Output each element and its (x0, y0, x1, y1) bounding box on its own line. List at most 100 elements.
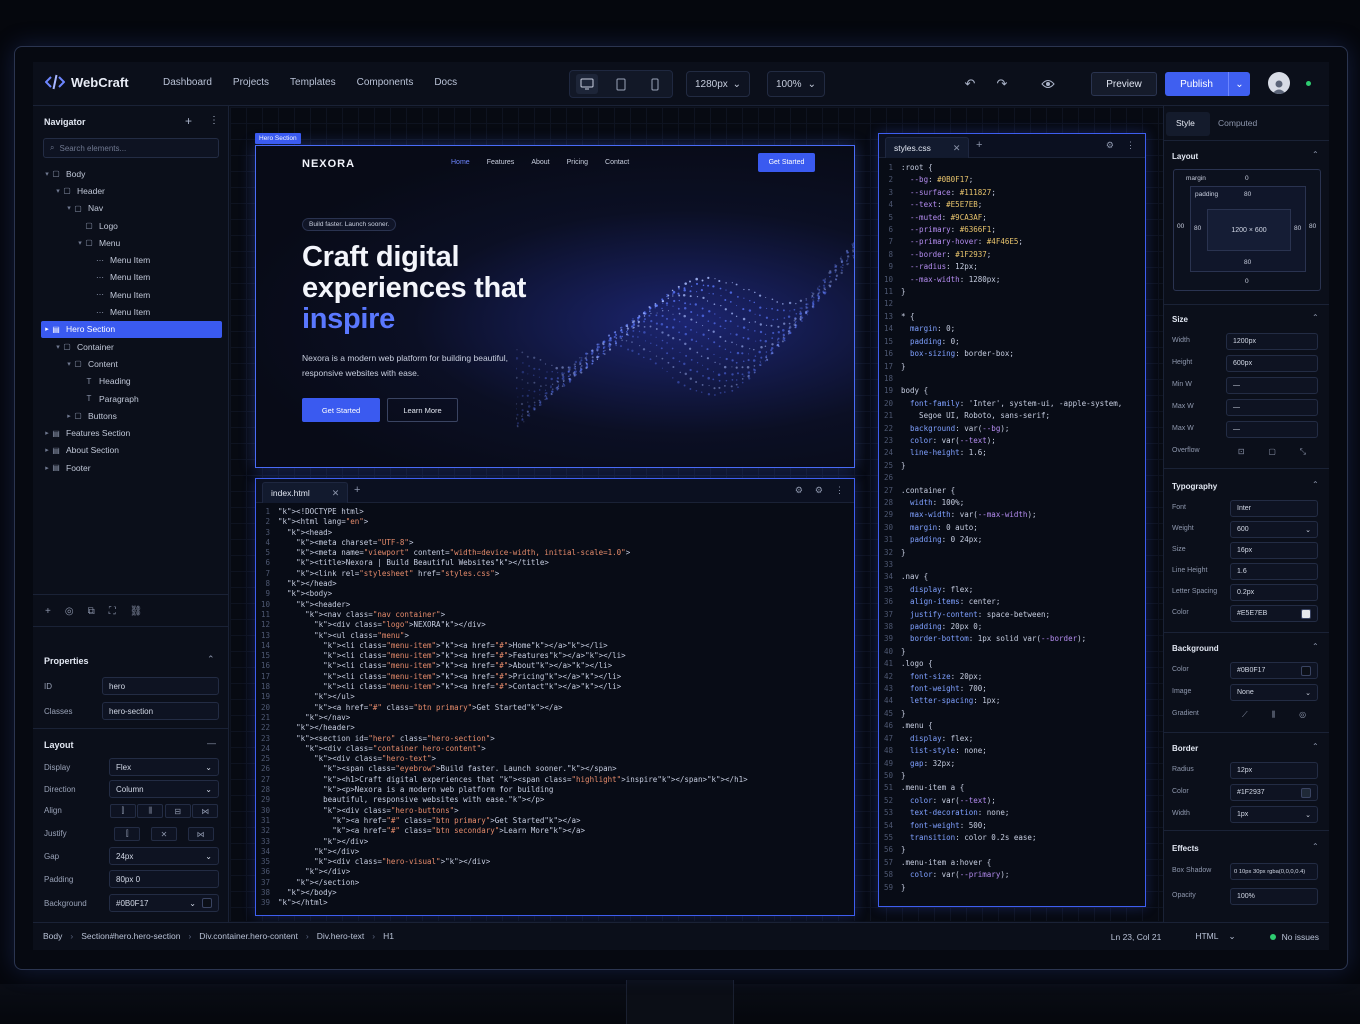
code-line[interactable]: 7 "k"><link rel="stylesheet" href="style… (256, 569, 748, 579)
preview-nav-link[interactable]: Contact (605, 159, 629, 166)
code-line[interactable]: 45} (879, 708, 1122, 720)
tree-node[interactable]: ▾ ▢ Content (33, 355, 229, 372)
code-line[interactable]: 26 "k"><span class="eyebrow">Build faste… (256, 764, 748, 774)
code-line[interactable]: 46 .menu { (879, 720, 1122, 732)
overflow-visible-icon[interactable]: ⊡ (1238, 447, 1245, 456)
code-line[interactable]: 14 margin: 0; (879, 323, 1122, 335)
issues-status[interactable]: No issues (1269, 932, 1319, 942)
redo-icon[interactable]: ↷ (993, 75, 1011, 93)
code-line[interactable]: 22 "k"></header> (256, 723, 748, 733)
new-tab-icon[interactable]: + (976, 139, 982, 151)
tree-node[interactable]: ▢ Logo (33, 217, 229, 234)
code-line[interactable]: 21 "k"></nav> (256, 713, 748, 723)
code-line[interactable]: 32 "k"><a href="#" class="btn secondary"… (256, 826, 748, 836)
eye-icon[interactable] (1039, 75, 1057, 93)
code-line[interactable]: 23 "k"><section id="hero" class="hero-se… (256, 734, 748, 744)
breakpoint-select[interactable]: 1280px ⌄ (686, 71, 750, 97)
letter-spacing-input[interactable]: 0.2px (1230, 584, 1318, 601)
code-line[interactable]: 38 padding: 20px 0; (879, 621, 1122, 633)
tree-caret-icon[interactable]: ▸ (43, 429, 51, 437)
width-input[interactable]: 1200px (1226, 333, 1318, 350)
preview-get-started-button[interactable]: Get Started (302, 398, 380, 422)
chevron-up-icon[interactable]: ⌃ (1312, 480, 1319, 489)
tree-node[interactable]: ▾ ▢ Body (33, 165, 229, 182)
code-line[interactable]: 17} (879, 361, 1122, 373)
tree-node[interactable]: ▾ ▢ Nav (33, 200, 229, 217)
code-line[interactable]: 15 "k"><li class="menu-item">"k"><a href… (256, 651, 748, 661)
tree-caret-icon[interactable]: ▾ (43, 170, 51, 178)
code-line[interactable]: 52 color: var(--text); (879, 795, 1122, 807)
code-line[interactable]: 55 transition: color 0.2s ease; (879, 832, 1122, 844)
breadcrumb-item[interactable]: Section#hero.hero-section (81, 931, 180, 941)
code-line[interactable]: 56} (879, 844, 1122, 856)
background-input[interactable]: #0B0F17 ⌄ (109, 894, 219, 912)
preview-nav-cta-button[interactable]: Get Started (758, 153, 815, 172)
tree-caret-icon[interactable]: ▾ (54, 343, 62, 351)
classes-input[interactable]: hero-section (102, 702, 219, 720)
border-color-input[interactable]: #1F2937 (1230, 784, 1318, 801)
align-start-icon[interactable]: ⫿ (109, 804, 136, 818)
preview-nav-link[interactable]: Home (451, 159, 470, 166)
overflow-scroll-icon[interactable]: ⤡ (1300, 447, 1306, 457)
css-editor[interactable]: styles.css ✕ + ⚙ ⋮ 1:root {2 --bg: #0B0F… (878, 133, 1146, 907)
component-icon[interactable]: ◎ (65, 606, 74, 617)
chevron-up-icon[interactable]: ⌃ (1312, 313, 1319, 322)
code-line[interactable]: 19 "k"></ul> (256, 692, 748, 702)
tree-caret-icon[interactable]: ▸ (43, 446, 51, 454)
css-code[interactable]: 1:root {2 --bg: #0B0F17; 3 --surface: #11… (879, 162, 1122, 894)
code-line[interactable]: 32} (879, 547, 1122, 559)
zoom-select[interactable]: 100% ⌄ (767, 71, 825, 97)
code-line[interactable]: 54 font-weight: 500; (879, 820, 1122, 832)
nav-link-projects[interactable]: Projects (233, 77, 269, 88)
breadcrumb-item[interactable]: Div.hero-text (317, 931, 365, 941)
css-file-tab[interactable]: styles.css ✕ (885, 137, 970, 158)
chevron-up-icon[interactable]: ⌃ (207, 654, 215, 665)
id-input[interactable]: hero (102, 677, 219, 695)
chevron-up-icon[interactable]: ⌃ (1312, 842, 1319, 851)
code-line[interactable]: 12 (879, 298, 1122, 310)
color-swatch[interactable] (1301, 608, 1311, 619)
radial-gradient-icon[interactable]: ◎ (1299, 710, 1306, 719)
code-line[interactable]: 50} (879, 770, 1122, 782)
code-line[interactable]: 39 "k"></html> (256, 898, 748, 908)
duplicate-icon[interactable]: ⧉ (88, 606, 95, 617)
code-line[interactable]: 44 letter-spacing: 1px; (879, 695, 1122, 707)
tree-node[interactable]: ▸ ▤ About Section (33, 442, 229, 459)
tree-caret-icon[interactable]: ▾ (76, 239, 84, 247)
tab-computed[interactable]: Computed (1218, 118, 1257, 128)
code-line[interactable]: 51 .menu-item a { (879, 782, 1122, 794)
search-input[interactable]: ⌕ Search elements... (43, 138, 219, 158)
tree-node[interactable]: ⋯ Menu Item (33, 303, 229, 320)
avatar[interactable] (1268, 72, 1290, 94)
box-model[interactable]: margin 0 0 00 80 padding 80 80 80 80 120… (1173, 169, 1321, 291)
code-line[interactable]: 6 --primary: #6366F1; (879, 224, 1122, 236)
code-line[interactable]: 30 "k"><div class="hero-buttons"> (256, 806, 748, 816)
code-line[interactable]: 33 (879, 559, 1122, 571)
more-options-icon[interactable]: ⋮ (1126, 140, 1135, 151)
weight-select[interactable]: 600 ⌄ (1230, 521, 1318, 538)
collapse-icon[interactable]: — (207, 738, 216, 748)
line-height-input[interactable]: 1.6 (1230, 563, 1318, 580)
settings-icon[interactable]: ⚙ (1106, 140, 1114, 151)
code-line[interactable]: 41 .logo { (879, 658, 1122, 670)
preview-nav-link[interactable]: Pricing (567, 159, 588, 166)
justify-between-icon[interactable]: ⋈ (187, 827, 214, 841)
format-icon[interactable]: ⚙ (815, 485, 823, 496)
add-element-icon[interactable]: + (185, 114, 192, 128)
min-width-input[interactable]: — (1226, 377, 1318, 394)
code-line[interactable]: 58 color: var(--primary); (879, 869, 1122, 881)
color-swatch[interactable] (202, 898, 212, 908)
code-line[interactable]: 27 .container { (879, 485, 1122, 497)
code-line[interactable]: 9 "k"><body> (256, 589, 748, 599)
opacity-input[interactable]: 100% (1230, 888, 1318, 905)
code-line[interactable]: 7 --primary-hover: #4F46E5; (879, 236, 1122, 248)
code-line[interactable]: 4 --text: #E5E7EB; (879, 199, 1122, 211)
code-line[interactable]: 35 display: flex; (879, 584, 1122, 596)
new-tab-icon[interactable]: + (354, 484, 360, 496)
code-line[interactable]: 9 --radius: 12px; (879, 261, 1122, 273)
tree-caret-icon[interactable]: ▾ (65, 360, 73, 368)
border-width-select[interactable]: 1px ⌄ (1230, 806, 1318, 823)
code-line[interactable]: 35 "k"><div class="hero-visual">"k"></di… (256, 857, 748, 867)
code-line[interactable]: 8 --border: #1F2937; (879, 249, 1122, 261)
code-line[interactable]: 20 "k"><a href="#" class="btn primary">G… (256, 703, 748, 713)
